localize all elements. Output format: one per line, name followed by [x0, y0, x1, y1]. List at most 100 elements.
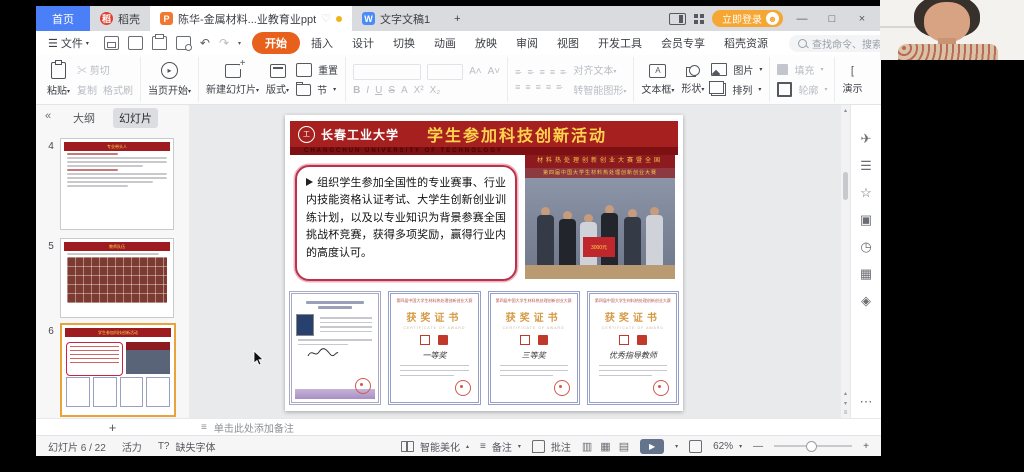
- vertical-scrollbar[interactable]: ▴ ▴ ▾ ≡: [841, 105, 850, 418]
- section-button[interactable]: 节▾: [296, 82, 338, 97]
- missing-fonts-warning[interactable]: T? 缺失字体: [158, 439, 216, 454]
- play-from-page-button[interactable]: ▸ 当页开始▾: [148, 62, 191, 97]
- zoom-out-button[interactable]: —: [753, 441, 763, 452]
- document-area[interactable]: 工 长春工业大学 学生参加科技创新活动 CHANGCHUN UNIVERSITY…: [189, 105, 841, 418]
- indent-more-icon[interactable]: ≡: [550, 67, 554, 77]
- notes-bar[interactable]: ≡ 单击此处添加备注: [189, 420, 881, 435]
- align-center-icon[interactable]: ≡: [525, 82, 529, 92]
- paste-button[interactable]: 粘贴▾: [47, 62, 70, 97]
- grow-font-icon[interactable]: A˄: [469, 66, 482, 77]
- zoom-in-button[interactable]: +: [863, 441, 869, 452]
- redo-icon[interactable]: ↷: [219, 36, 229, 50]
- strikethrough-button[interactable]: S: [388, 85, 395, 96]
- print-icon[interactable]: [152, 36, 167, 50]
- outline-button[interactable]: 轮廓▾: [777, 82, 827, 97]
- ribbon-tab-transition[interactable]: 切换: [385, 33, 423, 53]
- slide-thumbnail-6-selected[interactable]: 学生参加科技创新活动: [60, 323, 176, 417]
- bold-button[interactable]: B: [353, 85, 360, 96]
- save-icon[interactable]: [104, 36, 119, 50]
- prev-slide-icon[interactable]: ▴: [844, 390, 847, 397]
- play-options-icon[interactable]: ▾: [675, 443, 678, 450]
- zoom-slider[interactable]: [774, 445, 852, 447]
- superscript-button[interactable]: X²: [414, 85, 424, 96]
- undo-icon[interactable]: ↶: [200, 36, 210, 50]
- fit-slide-icon[interactable]: [689, 440, 702, 453]
- history-tool-icon[interactable]: ◷: [860, 239, 871, 255]
- ribbon-tab-devtools[interactable]: 开发工具: [590, 33, 650, 53]
- ribbon-tab-view[interactable]: 视图: [549, 33, 587, 53]
- new-slide-button[interactable]: 新建幻灯片▾: [206, 64, 259, 96]
- tab-presentation[interactable]: P 陈华-金属材料...业教育业ppt ♡: [150, 6, 352, 31]
- italic-button[interactable]: I: [366, 85, 369, 96]
- next-slide-icon[interactable]: ▾: [844, 400, 847, 407]
- smart-beautify-button[interactable]: 智能美化 ▴: [401, 439, 469, 454]
- media-tool-icon[interactable]: ▦: [860, 266, 872, 282]
- bullets-icon[interactable]: ≡·: [515, 67, 521, 77]
- protect-tool-icon[interactable]: ◈: [861, 293, 871, 309]
- certificate-excellent-advisor[interactable]: 第四届中国大学生材料热处理创新创业大赛 获奖证书 CERTIFICATE OF …: [587, 291, 679, 405]
- shrink-font-icon[interactable]: A˅: [488, 66, 501, 77]
- shapes-button[interactable]: 形状▾: [681, 65, 704, 95]
- fill-button[interactable]: 填充▾: [777, 62, 827, 77]
- print-preview-icon[interactable]: [176, 36, 191, 50]
- certificate-qualification[interactable]: [289, 291, 381, 405]
- panels-tool-icon[interactable]: ▣: [860, 212, 872, 228]
- present-button[interactable]: [ 演示: [842, 65, 862, 95]
- theme-name[interactable]: 活力: [122, 439, 142, 454]
- reset-button[interactable]: 重置: [296, 62, 338, 77]
- properties-tool-icon[interactable]: ☰: [860, 158, 872, 174]
- normal-view-icon[interactable]: ▥: [582, 440, 592, 453]
- sorter-view-icon[interactable]: ▦: [600, 440, 610, 453]
- tab-rice[interactable]: 稻 稻壳: [90, 6, 150, 31]
- ribbon-tab-insert[interactable]: 插入: [303, 33, 341, 53]
- scrollbar-thumb[interactable]: [843, 172, 848, 200]
- slide-canvas[interactable]: 工 长春工业大学 学生参加科技创新活动 CHANGCHUN UNIVERSITY…: [285, 115, 683, 411]
- toolbar-more-icon[interactable]: ▾: [238, 40, 241, 47]
- notes-toggle[interactable]: ≡备注▾: [480, 439, 521, 454]
- competition-photo[interactable]: 材料热处理创新创业大赛暨全国 第四届中国大学生材料热处理创新创业大赛 3000元: [525, 155, 675, 279]
- copy-button[interactable]: 复制: [77, 82, 97, 97]
- rail-more-icon[interactable]: ⋯: [860, 394, 873, 410]
- minimize-button[interactable]: —: [791, 13, 813, 25]
- comments-toggle[interactable]: 批注: [532, 439, 571, 454]
- to-smartart-button[interactable]: 转智能图形▾: [573, 82, 626, 97]
- beautify-tool-icon[interactable]: ☆: [860, 185, 872, 201]
- cut-button[interactable]: ✂ 剪切: [77, 62, 133, 77]
- tab-outline[interactable]: 大纲: [67, 108, 101, 128]
- design-tool-icon[interactable]: ✈: [861, 131, 872, 147]
- bullet-text-box[interactable]: 组织学生参加全国性的专业赛事、行业内技能资格认证考试、大学生创新创业训练计划，以…: [295, 165, 517, 281]
- ribbon-tab-slideshow[interactable]: 放映: [467, 33, 505, 53]
- ribbon-tab-design[interactable]: 设计: [344, 33, 382, 53]
- file-menu[interactable]: ☰ 文件 ▾: [44, 33, 93, 53]
- ribbon-tab-animation[interactable]: 动画: [426, 33, 464, 53]
- close-button[interactable]: ×: [851, 13, 873, 25]
- favorite-icon[interactable]: ♡: [321, 12, 331, 25]
- underline-button[interactable]: U: [375, 85, 382, 96]
- font-name-dropdown[interactable]: [353, 64, 421, 80]
- certificate-third-prize[interactable]: 第四届中国大学生材料热处理创新创业大赛 获奖证书 CERTIFICATE OF …: [488, 291, 580, 405]
- text-box-button[interactable]: A 文本框▾: [641, 64, 674, 96]
- ribbon-tab-member[interactable]: 会员专享: [653, 33, 713, 53]
- add-slide-button[interactable]: +: [36, 420, 189, 435]
- export-icon[interactable]: [128, 36, 143, 50]
- line-spacing-icon[interactable]: ≡·: [560, 67, 566, 77]
- scroll-split-icon[interactable]: ≡: [844, 410, 848, 416]
- slide-thumbnail-4[interactable]: 专业带头人: [60, 138, 174, 230]
- reading-view-icon[interactable]: ▤: [619, 440, 629, 453]
- workspace-grid-icon[interactable]: [694, 14, 704, 24]
- align-right-icon[interactable]: ≡: [536, 82, 540, 92]
- maximize-button[interactable]: □: [821, 13, 843, 25]
- slide-thumbnail-5[interactable]: 教师队伍: [60, 238, 174, 318]
- zoom-slider-knob[interactable]: [806, 441, 817, 452]
- collapse-panel-button[interactable]: «: [45, 110, 51, 122]
- indent-less-icon[interactable]: ≡: [540, 67, 544, 77]
- split-view-icon[interactable]: [669, 13, 686, 25]
- ribbon-tab-home[interactable]: 开始: [252, 32, 300, 54]
- layout-button[interactable]: 版式▾: [266, 64, 289, 96]
- new-tab-button[interactable]: +: [440, 6, 474, 31]
- ribbon-tab-rice-resources[interactable]: 稻壳资源: [716, 33, 776, 53]
- justify-icon[interactable]: ≡: [546, 82, 550, 92]
- scroll-up-icon[interactable]: ▴: [844, 107, 847, 114]
- font-size-dropdown[interactable]: [427, 64, 463, 80]
- arrange-button[interactable]: 排列▾: [711, 82, 762, 97]
